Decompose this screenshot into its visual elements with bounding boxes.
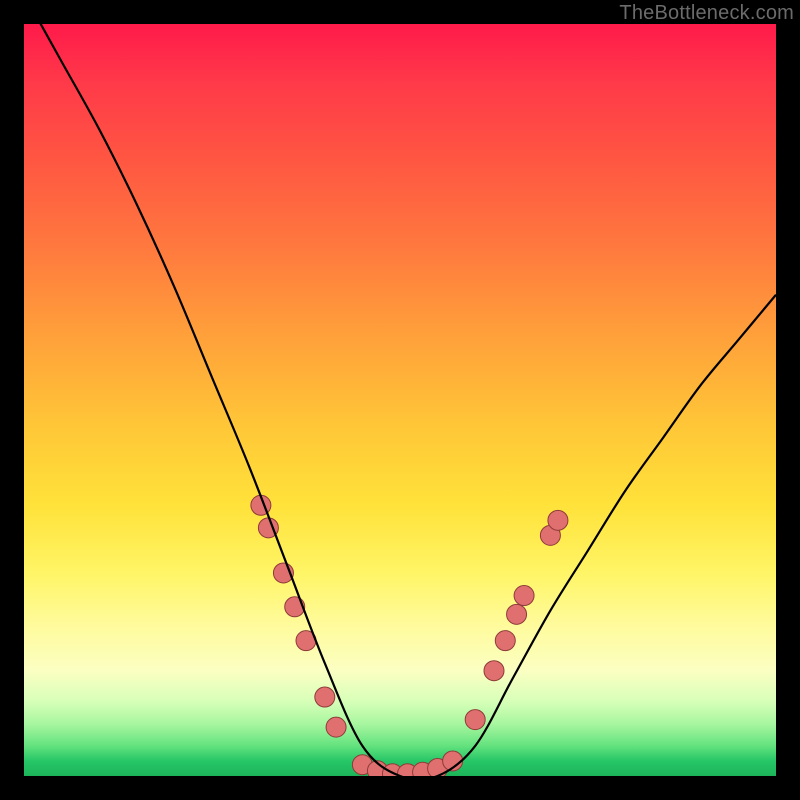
- chart-stage: TheBottleneck.com: [0, 0, 800, 800]
- curve-layer: [24, 24, 776, 776]
- marker-group: [251, 495, 568, 776]
- bottleneck-curve-path: [24, 24, 776, 776]
- data-marker: [315, 687, 335, 707]
- data-marker: [507, 604, 527, 624]
- plot-area: [24, 24, 776, 776]
- watermark-text: TheBottleneck.com: [619, 2, 794, 25]
- data-marker: [514, 586, 534, 606]
- data-marker: [484, 661, 504, 681]
- data-marker: [326, 717, 346, 737]
- data-marker: [465, 710, 485, 730]
- data-marker: [548, 510, 568, 530]
- data-marker: [495, 631, 515, 651]
